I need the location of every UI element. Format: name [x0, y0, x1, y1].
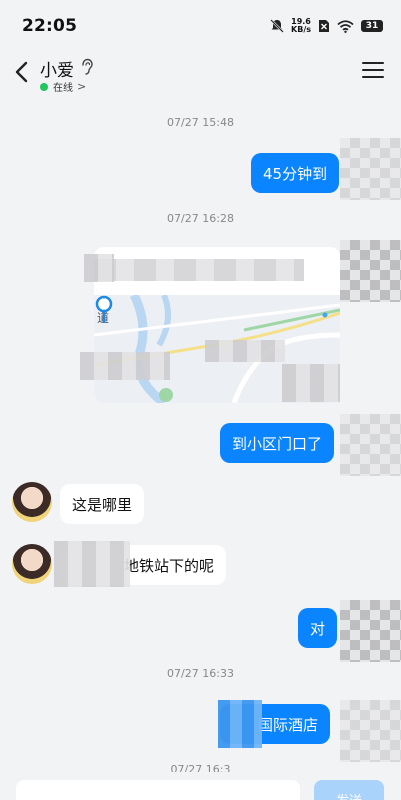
chevron-right-icon: >	[77, 80, 87, 93]
my-avatar-blurred[interactable]	[340, 138, 401, 200]
hamburger-icon-line	[362, 69, 384, 71]
chat-header: 小爱 在线 >	[0, 52, 401, 98]
menu-button[interactable]	[362, 62, 384, 80]
blurred-region	[84, 254, 114, 282]
my-avatar-blurred[interactable]	[340, 700, 401, 762]
message-bubble-outgoing[interactable]: 到小区门口了	[220, 423, 335, 463]
status-time: 22:05	[22, 16, 78, 36]
location-title-blurred	[94, 259, 304, 281]
online-dot-icon	[40, 82, 48, 91]
contact-name[interactable]: 小爱	[40, 56, 74, 81]
message-bubble-outgoing[interactable]: 对	[298, 608, 338, 648]
message-timestamp: 07/27 16:33	[167, 667, 234, 680]
status-bar: 22:05 19.6 KB/s 31	[0, 0, 401, 52]
contact-avatar[interactable]	[12, 544, 52, 584]
blurred-region	[205, 340, 285, 362]
online-label: 在线	[53, 83, 73, 94]
ear-icon[interactable]	[80, 58, 94, 76]
chevron-left-icon	[15, 61, 28, 83]
blurred-region	[54, 541, 130, 587]
message-timestamp: 07/27 16:28	[167, 212, 234, 225]
contact-avatar[interactable]	[12, 482, 52, 522]
blurred-region	[80, 352, 170, 380]
hamburger-icon-line	[362, 62, 384, 64]
input-bar: 发送	[0, 772, 401, 800]
message-bubble-outgoing[interactable]: 45分钟到	[251, 153, 340, 193]
battery-icon: 31	[361, 20, 383, 32]
location-pin-icon	[95, 295, 113, 323]
no-sim-icon	[319, 20, 329, 32]
status-icons: 19.6 KB/s 31	[270, 18, 383, 34]
back-button[interactable]	[10, 58, 34, 86]
wifi-icon	[337, 19, 354, 33]
mute-bell-icon	[270, 19, 284, 33]
my-avatar-blurred[interactable]	[340, 240, 401, 302]
my-avatar-blurred[interactable]	[340, 600, 401, 662]
message-input[interactable]	[16, 780, 300, 800]
send-button[interactable]: 发送	[314, 780, 384, 800]
hamburger-icon-line	[362, 76, 384, 78]
online-status[interactable]: 在线 >	[40, 79, 86, 94]
message-timestamp: 07/27 15:48	[167, 116, 234, 129]
blurred-region	[282, 364, 340, 402]
my-avatar-blurred[interactable]	[340, 414, 401, 476]
message-bubble-incoming[interactable]: 这是哪里	[60, 484, 145, 524]
network-speed: 19.6 KB/s	[291, 17, 311, 34]
blurred-region	[218, 700, 262, 748]
